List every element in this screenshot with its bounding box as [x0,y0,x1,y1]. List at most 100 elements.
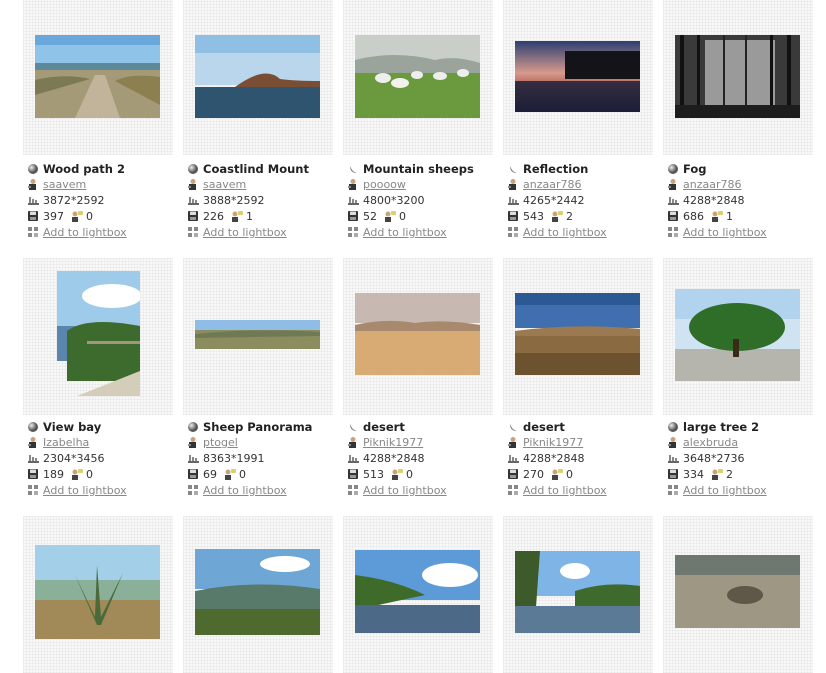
comment-count: 0 [86,468,93,481]
photo-resolution-row: 4288*2848 [347,451,507,467]
comment-icon [552,211,563,222]
author-link[interactable]: anzaar786 [683,178,742,191]
photo-agave[interactable] [35,545,160,639]
add-to-lightbox-link[interactable]: Add to lightbox [683,484,767,497]
thumbnail-tile[interactable] [23,258,173,415]
thumbnail-tile[interactable] [23,516,173,673]
photo-resolution-row: 4288*2848 [667,193,826,209]
photo-sheep-panorama[interactable] [195,320,320,349]
photo-stats-row: 543 2 [507,209,667,225]
add-to-lightbox-link[interactable]: Add to lightbox [683,226,767,239]
photo-info: View bay Izabelha 2304*3456 189 0 Add to ligh… [27,419,187,499]
author-link[interactable]: Piknik1977 [523,436,583,449]
photo-desert-1[interactable] [355,293,480,375]
photo-large-tree[interactable] [675,289,800,381]
thumbnail-tile[interactable] [183,516,333,673]
photo-stingray[interactable] [675,555,800,628]
photo-title: large tree 2 [683,420,760,434]
comment-count: 0 [566,468,573,481]
comment-count: 0 [86,210,93,223]
photo-author-row: saavem [187,177,347,193]
author-link[interactable]: ptogel [203,436,238,449]
comment-count: 1 [726,210,733,223]
photo-resolution-row: 4800*3200 [347,193,507,209]
floppy-disk-icon [188,469,198,479]
thumbnail-tile[interactable] [503,0,653,155]
add-to-lightbox-link[interactable]: Add to lightbox [43,484,127,497]
photo-stats-row: 334 2 [667,467,826,483]
thumbnail-tile[interactable] [343,258,493,415]
comment-icon [385,211,396,222]
photo-stats-row: 686 1 [667,209,826,225]
photo-mountain-sheeps[interactable] [355,35,480,118]
add-to-lightbox-link[interactable]: Add to lightbox [363,226,447,239]
photo-title-row: Mountain sheeps [347,161,507,177]
photo-river-1[interactable] [355,550,480,633]
crescent-icon [350,424,357,431]
photo-valley[interactable] [195,549,320,635]
add-to-lightbox-link[interactable]: Add to lightbox [523,484,607,497]
thumbnail-tile[interactable] [663,0,813,155]
thumbnail-tile[interactable] [343,0,493,155]
thumbnail-tile[interactable] [503,516,653,673]
add-to-lightbox-link[interactable]: Add to lightbox [363,484,447,497]
photo-info: desert Piknik1977 4288*2848 270 0 Add to ligh… [507,419,667,499]
add-to-lightbox-link[interactable]: Add to lightbox [523,226,607,239]
photo-river-2[interactable] [515,551,640,633]
photo-resolution-row: 3648*2736 [667,451,826,467]
photo-wood-path[interactable] [35,35,160,118]
author-link[interactable]: Izabelha [43,436,89,449]
thumbnail-tile[interactable] [503,258,653,415]
photo-author-row: Izabelha [27,435,187,451]
photo-stats-row: 270 0 [507,467,667,483]
photo-info: Sheep Panorama ptogel 8363*1991 69 0 Add to l… [187,419,347,499]
photo-author-row: anzaar786 [507,177,667,193]
download-count: 543 [523,210,544,223]
photo-coastline-mount[interactable] [195,35,320,118]
thumbnail-tile[interactable] [183,258,333,415]
add-to-lightbox-link[interactable]: Add to lightbox [43,226,127,239]
lightbox-icon [508,227,518,237]
add-to-lightbox-row: Add to lightbox [347,483,507,499]
thumbnail-tile[interactable] [663,258,813,415]
photo-title-row: Coastlind Mount [187,161,347,177]
photo-view-bay[interactable] [57,271,140,396]
floppy-disk-icon [28,469,38,479]
user-icon [508,437,516,448]
add-to-lightbox-row: Add to lightbox [667,225,826,241]
floppy-disk-icon [508,469,518,479]
download-count: 334 [683,468,704,481]
user-icon [668,437,676,448]
photo-resolution: 4800*3200 [363,194,425,207]
user-icon [188,437,196,448]
photo-stats-row: 189 0 [27,467,187,483]
resolution-icon [188,455,199,463]
sphere-icon [668,164,678,174]
lightbox-icon [348,485,358,495]
add-to-lightbox-link[interactable]: Add to lightbox [203,484,287,497]
author-link[interactable]: Piknik1977 [363,436,423,449]
thumbnail-tile[interactable] [663,516,813,673]
photo-desert-2[interactable] [515,293,640,375]
photo-fog[interactable] [675,35,800,118]
photo-author-row: alexbruda [667,435,826,451]
author-link[interactable]: poooow [363,178,406,191]
author-link[interactable]: alexbruda [683,436,738,449]
author-link[interactable]: saavem [43,178,86,191]
add-to-lightbox-row: Add to lightbox [27,225,187,241]
floppy-disk-icon [668,211,678,221]
photo-resolution: 3648*2736 [683,452,745,465]
thumbnail-tile[interactable] [23,0,173,155]
resolution-icon [188,197,199,205]
author-link[interactable]: anzaar786 [523,178,582,191]
thumbnail-tile[interactable] [343,516,493,673]
comment-count: 0 [239,468,246,481]
comment-count: 2 [726,468,733,481]
photo-reflection[interactable] [515,41,640,112]
comment-icon [232,211,243,222]
add-to-lightbox-link[interactable]: Add to lightbox [203,226,287,239]
thumbnail-tile[interactable] [183,0,333,155]
lightbox-icon [508,485,518,495]
author-link[interactable]: saavem [203,178,246,191]
comment-icon [392,469,403,480]
